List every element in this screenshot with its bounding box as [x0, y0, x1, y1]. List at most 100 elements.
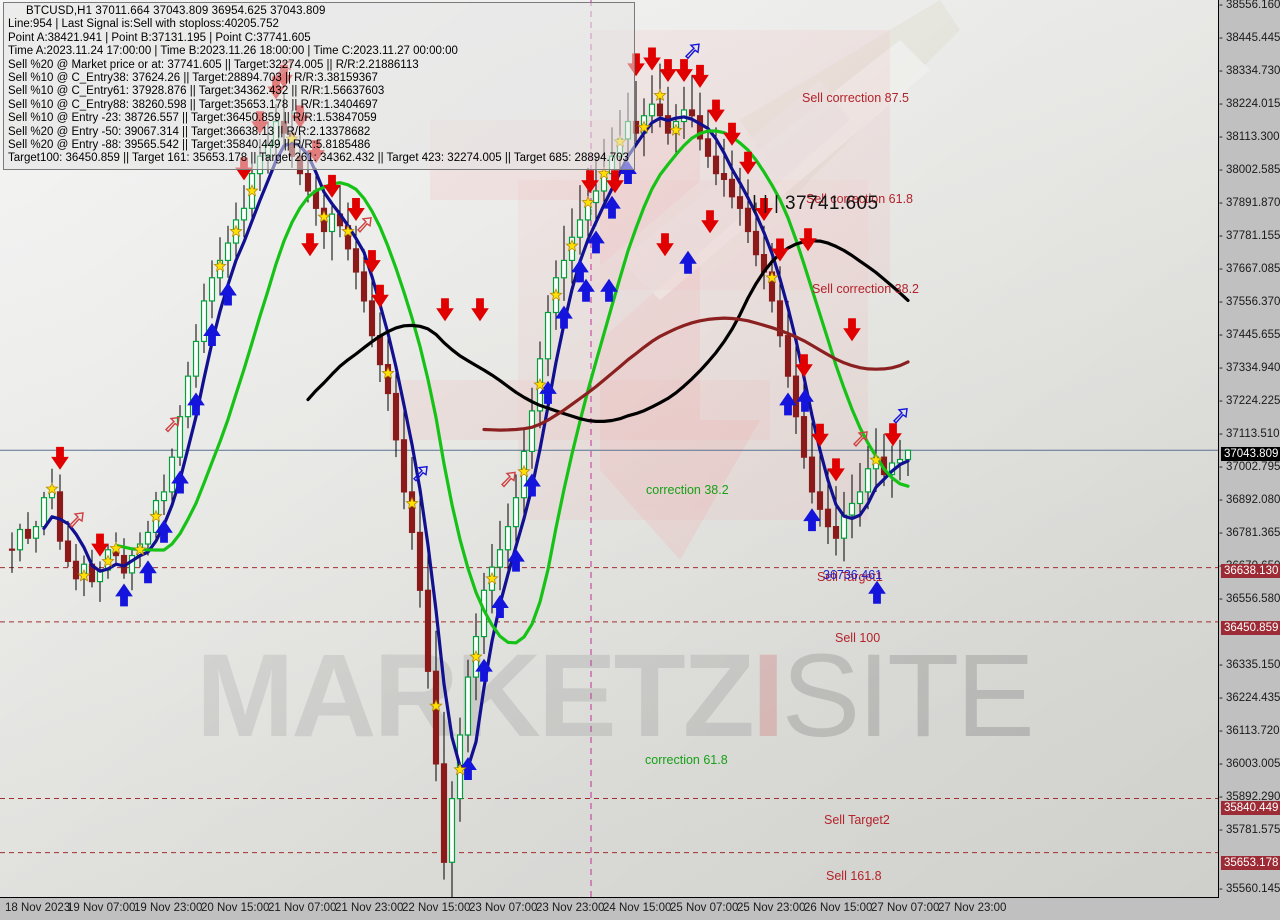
price-tick: -38224.015 [1219, 98, 1280, 110]
price-tick: -36556.580 [1219, 593, 1280, 605]
info-line: Sell %20 @ Market price or at: 37741.605… [8, 58, 419, 71]
candle-body [808, 456, 816, 493]
candle-body [704, 138, 712, 157]
candle-body [824, 508, 832, 528]
candle-body [392, 392, 400, 441]
candle-body [240, 207, 248, 221]
time-tick: 26 Nov 15:00 [804, 902, 873, 914]
time-tick: 21 Nov 07:00 [268, 902, 337, 914]
price-tick: -36335.150 [1219, 659, 1280, 671]
current-price-label: 37043.809 [1221, 447, 1280, 461]
time-tick: 20 Nov 15:00 [201, 902, 270, 914]
info-line: Sell %10 @ C_Entry61: 37928.876 || Targe… [8, 85, 385, 98]
price-tick: -37224.225 [1219, 395, 1280, 407]
price-tick: -37113.510 [1219, 428, 1280, 440]
symbol-ohlc-line: BTCUSD,H1 37011.664 37043.809 36954.625 … [26, 5, 326, 17]
candle-body [544, 311, 552, 360]
price-level-label: 36638.130 [1221, 564, 1280, 578]
price-tick: -36003.005 [1219, 758, 1280, 770]
price-tick: -37556.370 [1219, 296, 1280, 308]
candle-body [688, 109, 696, 117]
time-tick: 19 Nov 23:00 [134, 902, 203, 914]
candle-body [400, 439, 408, 493]
candle-body [56, 491, 64, 542]
price-tick: -37667.085 [1219, 263, 1280, 275]
time-tick: 22 Nov 15:00 [402, 902, 471, 914]
price-tick: -38556.160 [1219, 0, 1280, 11]
candle-body [16, 528, 24, 551]
info-line: Target100: 36450.859 || Target 161: 3565… [8, 152, 629, 165]
price-tick: -36892.080 [1219, 494, 1280, 506]
candle-body [800, 416, 808, 458]
price-tick: -37891.870 [1219, 197, 1280, 209]
price-tick: -37002.795 [1219, 461, 1280, 473]
candle-body [744, 207, 752, 233]
candle-body [832, 526, 840, 539]
candle-body [656, 103, 664, 117]
candle-body [304, 173, 312, 192]
time-tick: 18 Nov 2023 [5, 902, 71, 914]
info-line: Point A:38421.941 | Point B:37131.195 | … [8, 31, 311, 44]
candle-body [576, 219, 584, 238]
candle-body [864, 468, 872, 493]
candle-body [496, 549, 504, 568]
time-tick: 23 Nov 07:00 [469, 902, 538, 914]
candle-body [424, 589, 432, 672]
price-tick: -35560.145 [1219, 883, 1280, 895]
price-tick: -38113.300 [1219, 131, 1280, 143]
candle-body [64, 540, 72, 562]
candle-body [728, 178, 736, 198]
time-tick: 27 Nov 07:00 [871, 902, 940, 914]
info-line: Sell %20 @ Entry -50: 39067.314 || Targe… [8, 125, 371, 138]
candle-body [184, 375, 192, 418]
time-tick: 24 Nov 15:00 [603, 902, 672, 914]
time-tick: 25 Nov 23:00 [737, 902, 806, 914]
candle-body [856, 491, 864, 505]
candle-body [512, 497, 520, 528]
candle-body [784, 335, 792, 377]
candle-body [792, 375, 800, 418]
candle-body [368, 300, 376, 337]
time-tick: 27 Nov 23:00 [938, 902, 1007, 914]
candle-body [416, 531, 424, 591]
time-tick: 21 Nov 23:00 [335, 902, 404, 914]
time-tick: 23 Nov 23:00 [536, 902, 605, 914]
price-tick: -38445.445 [1219, 32, 1280, 44]
price-level-label: 35840.449 [1221, 801, 1280, 815]
price-tick: -38334.730 [1219, 65, 1280, 77]
candle-body [592, 190, 600, 204]
time-axis[interactable]: 18 Nov 2023 19 Nov 07:00 19 Nov 23:00 20 No… [0, 898, 1218, 920]
candle-body [40, 497, 48, 528]
price-level-label: 35653.178 [1221, 856, 1280, 870]
candle-body [160, 491, 168, 502]
candle-body [736, 196, 744, 209]
candle-body [8, 548, 16, 551]
price-tick: -38002.585 [1219, 164, 1280, 176]
price-tick: -37781.155 [1219, 230, 1280, 242]
candle-body [504, 526, 512, 551]
candle-body [72, 560, 80, 580]
candle-body [328, 213, 336, 233]
info-line: Sell %10 @ C_Entry88: 38260.598 || Targe… [8, 98, 378, 111]
candle-body [224, 242, 232, 262]
price-tick: -37334.940 [1219, 362, 1280, 374]
candle-body [528, 410, 536, 452]
candle-body [464, 676, 472, 736]
time-tick: 19 Nov 07:00 [67, 902, 136, 914]
price-axis[interactable]: -38556.160 -38445.445 -38334.730 -38224.015… [1219, 0, 1280, 897]
candle-body [144, 531, 152, 545]
candle-body [816, 491, 824, 510]
trading-chart-window: MARKETZISITE [0, 0, 1280, 920]
candle-body [208, 277, 216, 302]
candle-body [32, 526, 40, 539]
candle-body [24, 528, 32, 539]
candle-body [648, 103, 656, 117]
candle-body [752, 230, 760, 256]
price-tick: -36224.435 [1219, 692, 1280, 704]
candle-body [848, 502, 856, 516]
candle-body [432, 670, 440, 765]
price-level-label: 36450.859 [1221, 621, 1280, 635]
price-tick: -36113.720 [1219, 725, 1280, 737]
candle-body [840, 514, 848, 539]
price-tick: -36781.365 [1219, 527, 1280, 539]
